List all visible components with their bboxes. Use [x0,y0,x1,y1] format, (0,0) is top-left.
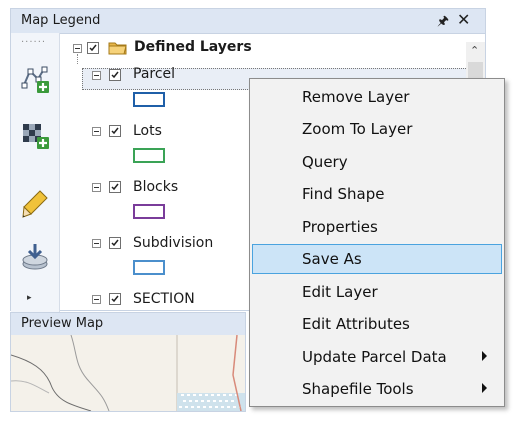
tree-connector [77,54,78,64]
swatch-subdivision [133,260,165,275]
menu-item-properties[interactable]: Properties [252,212,502,242]
toolbar-expand-icon[interactable]: ▸ [27,293,32,303]
expander-parcel[interactable] [92,71,101,80]
layer-label-subdivision[interactable]: Subdivision [133,235,213,251]
menu-label: Edit Layer [302,283,378,301]
menu-label: Find Shape [302,185,385,203]
pin-icon[interactable]: 🖈︎ [437,12,449,34]
checkbox-parcel[interactable] [109,69,121,81]
menu-item-remove-layer[interactable]: Remove Layer [252,82,502,112]
pencil-icon[interactable] [20,189,50,219]
checkbox-defined-layers[interactable] [87,42,99,54]
checkbox-subdivision[interactable] [109,237,121,249]
submenu-arrow-icon [482,383,487,393]
swatch-lots [133,148,165,163]
menu-item-find-shape[interactable]: Find Shape [252,179,502,209]
expander-blocks[interactable] [92,183,101,192]
close-icon[interactable]: ✕ [457,10,470,29]
preview-header: Preview Map [11,313,245,336]
checkbox-blocks[interactable] [109,181,121,193]
menu-label: Remove Layer [302,88,410,106]
menu-label: Update Parcel Data [302,348,447,366]
expander-defined-layers[interactable] [73,44,82,53]
menu-label: Query [302,153,348,171]
expander-subdivision[interactable] [92,239,101,248]
checkbox-lots[interactable] [109,125,121,137]
layer-context-menu: Remove Layer Zoom To Layer Query Find Sh… [249,78,505,407]
expander-lots[interactable] [92,127,101,136]
menu-label: Shapefile Tools [302,380,414,398]
preview-map-image[interactable] [11,335,245,411]
layer-label-blocks[interactable]: Blocks [133,179,178,195]
submenu-arrow-icon [482,351,487,361]
layer-label-section[interactable]: SECTION [133,291,195,307]
legend-title: Map Legend [21,13,101,28]
menu-item-edit-attributes[interactable]: Edit Attributes [252,309,502,339]
menu-item-save-as[interactable]: Save As [252,244,502,274]
preview-title: Preview Map [21,316,104,331]
menu-item-edit-layer[interactable]: Edit Layer [252,277,502,307]
layer-label-lots[interactable]: Lots [133,123,162,139]
menu-item-query[interactable]: Query [252,147,502,177]
toolbar-grip[interactable]: ······ [21,37,46,48]
menu-item-shapefile-tools[interactable]: Shapefile Tools [252,374,502,404]
legend-toolbar: ······ ▸ [11,33,60,312]
checkbox-section[interactable] [109,293,121,305]
layer-label-parcel[interactable]: Parcel [133,66,175,82]
menu-label: Zoom To Layer [302,120,413,138]
download-layer-icon[interactable] [20,241,50,271]
menu-label: Save As [302,250,362,268]
menu-label: Properties [302,218,378,236]
tree-root-label[interactable]: Defined Layers [134,39,252,55]
menu-item-update-parcel-data[interactable]: Update Parcel Data [252,342,502,372]
menu-item-zoom-to-layer[interactable]: Zoom To Layer [252,114,502,144]
expander-section[interactable] [92,295,101,304]
menu-label: Edit Attributes [302,315,410,333]
scroll-up-icon[interactable]: ⌃ [470,44,479,57]
add-vertex-layer-icon[interactable] [20,63,50,93]
legend-header: Map Legend 🖈︎ ✕ [11,9,485,34]
preview-map-panel: Preview Map [10,312,246,412]
swatch-parcel [133,92,165,107]
add-raster-layer-icon[interactable] [20,119,50,149]
folder-icon [108,42,127,55]
swatch-blocks [133,204,165,219]
